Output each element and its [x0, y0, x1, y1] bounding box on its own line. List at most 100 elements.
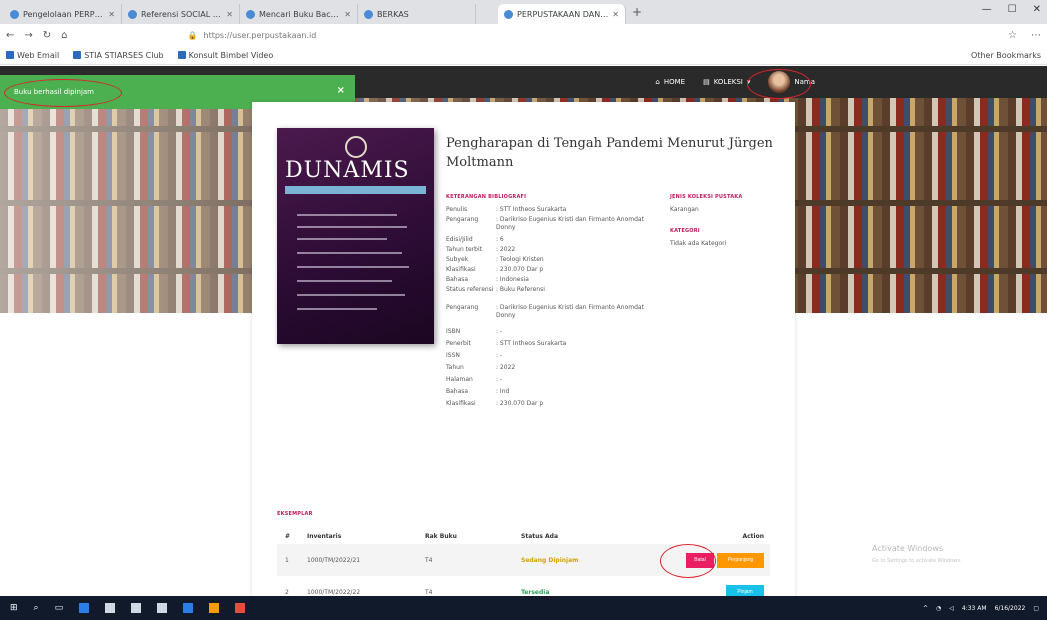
windows-start-icon[interactable]: ⊞ [10, 603, 18, 613]
firefox-icon[interactable] [209, 603, 220, 613]
home-icon: ⌂ [655, 78, 660, 86]
close-tab-icon[interactable]: ✕ [612, 10, 619, 19]
book-cover-image: DUNAMIS [277, 128, 434, 344]
browser-tab[interactable]: Pengelolaan PERPUSTAKAAN✕ [4, 4, 122, 24]
browser-tab-active[interactable]: PERPUSTAKAAN DAN PEMBACA✕ [498, 4, 626, 24]
collection-type-value: Karangan [670, 206, 699, 213]
reload-icon[interactable]: ↻ [43, 30, 51, 41]
collection-type-heading: JENIS KOLEKSI PUSTAKA [670, 194, 743, 200]
cover-title: DUNAMIS [285, 158, 410, 183]
browser-tab[interactable]: Referensi SOCIAL LIBRARY✕ [122, 4, 240, 24]
lock-icon: 🔒 [187, 30, 198, 40]
store-icon[interactable] [131, 603, 142, 613]
bookmarks-bar: Web Email STIA STIARSES Club Konsult Bim… [0, 46, 1047, 65]
window-controls: — ☐ ✕ [982, 4, 1041, 15]
meta-row: Penerbit: STT Intheos Surakarta [446, 340, 567, 347]
chevron-up-icon[interactable]: ^ [923, 605, 928, 612]
meta-row: ISSN: - [446, 352, 503, 359]
network-icon[interactable]: ◔ [936, 605, 941, 612]
new-tab-button[interactable]: + [632, 5, 642, 19]
meta-row: Subyek: Teologi Kristen [446, 256, 544, 263]
toast-close-icon[interactable]: × [337, 85, 345, 96]
close-window-icon[interactable]: ✕ [1033, 4, 1041, 15]
book-icon: ▤ [703, 78, 710, 86]
mail-icon[interactable] [157, 603, 168, 613]
app-icon[interactable] [235, 603, 246, 613]
close-tab-icon[interactable]: ✕ [108, 10, 115, 19]
meta-row: Penulis: STT Intheos Surakarta [446, 206, 567, 213]
borrow-button[interactable]: Pinjam [726, 584, 764, 596]
favicon-icon [364, 9, 373, 19]
status-badge: Sedang Dipinjam [521, 556, 579, 564]
meta-row: Edisi/Jilid: 6 [446, 236, 504, 243]
star-icon[interactable]: ☆ [1008, 30, 1017, 41]
copies-table-header: # Inventaris Rak Buku Status Ada Action [285, 532, 764, 540]
website: ⌂ HOME ▤ KOLEKSI ▾ Nama Buku berhasil dipin… [0, 66, 1047, 596]
annotation-circle [747, 69, 811, 99]
windows-taskbar: ⊞ ⌕ ▭ ^ ◔ ◁ 4:33 AM 6/16/2022 ▢ [0, 596, 1047, 620]
table-row: 2 1000/TM/2022/22 T4 Tersedia Pinjam [277, 576, 770, 596]
meta-row: Tahun terbit: 2022 [446, 246, 516, 253]
clock-date[interactable]: 6/16/2022 [995, 605, 1026, 612]
browser-tab-bar: Pengelolaan PERPUSTAKAAN✕ Referensi SOCI… [0, 0, 1047, 24]
search-icon[interactable]: ⌕ [34, 603, 39, 613]
forward-icon[interactable]: → [24, 30, 32, 41]
meta-row: Bahasa: Indonesia [446, 276, 529, 283]
meta-row: Klasifikasi: 230.070 Dar p [446, 266, 544, 273]
close-tab-icon[interactable]: ✕ [226, 10, 233, 19]
bookmark-item[interactable]: Web Email [6, 51, 59, 60]
meta-row: Pengarang: Darikriso Eugenius Kristi dan… [446, 216, 644, 231]
home-icon[interactable]: ⌂ [61, 30, 67, 41]
annotation-circle [4, 79, 122, 107]
status-badge: Tersedia [521, 588, 550, 596]
category-value: Tidak ada Kategori [670, 240, 727, 247]
copies-heading: EKSEMPLAR [277, 511, 313, 517]
clock-time[interactable]: 4:33 AM [962, 605, 987, 612]
system-tray: ^ ◔ ◁ 4:33 AM 6/16/2022 ▢ [923, 605, 1047, 612]
maximize-icon[interactable]: ☐ [1008, 4, 1017, 15]
other-bookmarks[interactable]: Other Bookmarks [971, 51, 1041, 60]
browser-tab[interactable]: Mencari Buku Bacaan ✕ [240, 4, 358, 24]
meta-row: ISBN: - [446, 328, 503, 335]
meta-row: Pengarang: Darikriso Eugenius Kristi dan… [446, 304, 644, 319]
bookmark-icon [73, 51, 82, 59]
category-heading: KATEGORI [670, 228, 700, 234]
file-explorer-icon[interactable] [105, 603, 116, 613]
favicon-icon [246, 9, 255, 19]
book-detail-card: DUNAMIS Pengharapan di Tengah Pandemi Me… [252, 102, 795, 596]
bookmark-icon [6, 51, 14, 59]
nav-koleksi[interactable]: ▤ KOLEKSI ▾ [703, 78, 750, 86]
seal-icon [345, 136, 367, 158]
minimize-icon[interactable]: — [982, 4, 992, 15]
word-icon[interactable] [183, 603, 194, 613]
extensions-icon[interactable]: ⋯ [1031, 30, 1041, 41]
meta-row: Bahasa: Ind [446, 388, 510, 395]
annotation-circle [660, 544, 716, 578]
favicon-icon [10, 9, 19, 19]
task-view-icon[interactable]: ▭ [55, 603, 64, 613]
url-field[interactable]: 🔒 https://user.perpustakaan.id [77, 27, 958, 43]
bookmark-icon [177, 51, 186, 59]
nav-home[interactable]: ⌂ HOME [655, 78, 685, 86]
close-tab-icon[interactable]: ✕ [344, 10, 351, 19]
edge-icon[interactable] [79, 603, 90, 613]
activate-windows-subtitle: Go to Settings to activate Windows. [872, 558, 962, 564]
browser-tab[interactable]: BERKAS [358, 4, 476, 24]
book-title: Pengharapan di Tengah Pandemi Menurut Jü… [446, 136, 773, 170]
notifications-icon[interactable]: ▢ [1033, 605, 1039, 612]
back-icon[interactable]: ← [6, 30, 14, 41]
favicon-icon [504, 9, 513, 19]
activate-windows-title: Activate Windows [872, 544, 944, 553]
meta-row: Halaman: - [446, 376, 503, 383]
meta-row: Klasifikasi: 230.070 Dar p [446, 400, 544, 407]
meta-row: Tahun: 2022 [446, 364, 516, 371]
favicon-icon [128, 9, 137, 19]
bookmark-item[interactable]: Konsult Bimbel Video [177, 51, 273, 60]
meta-row: Status referensi: Buku Referensi [446, 286, 545, 293]
volume-icon[interactable]: ◁ [949, 605, 954, 612]
bibliography-heading: KETERANGAN BIBLIOGRAFI [446, 194, 527, 200]
address-bar: ← → ↻ ⌂ 🔒 https://user.perpustakaan.id ☆… [0, 24, 1047, 46]
url-text: https://user.perpustakaan.id [203, 30, 317, 40]
bookmark-item[interactable]: STIA STIARSES Club [73, 51, 164, 60]
extend-loan-button[interactable]: Perpanjang [717, 552, 764, 568]
